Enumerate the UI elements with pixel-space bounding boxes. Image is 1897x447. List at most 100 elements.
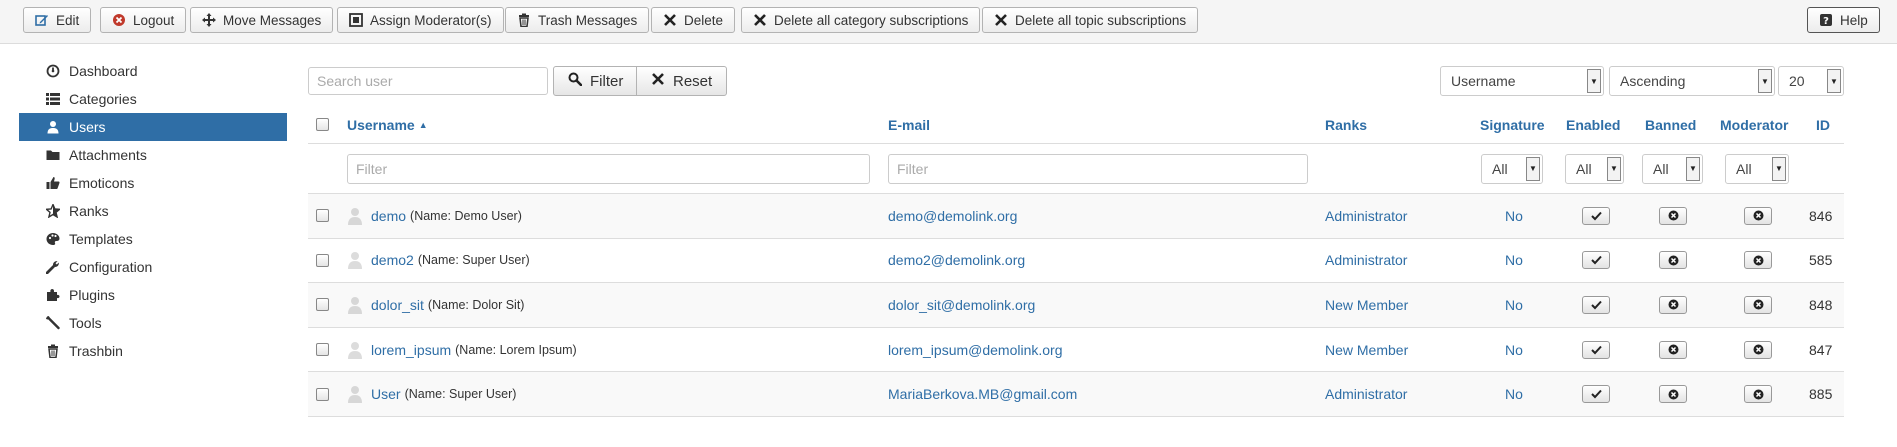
sidebar-item-configuration[interactable]: Configuration <box>19 253 287 281</box>
close-circle-icon <box>1668 255 1678 266</box>
user-id: 847 <box>1809 341 1833 358</box>
banned-toggle[interactable] <box>1659 283 1687 327</box>
email-cell: MariaBerkova.MB@gmail.com <box>888 372 1077 416</box>
sidebar-item-categories[interactable]: Categories <box>19 85 287 113</box>
user-fullname: (Name: Super User) <box>417 253 530 268</box>
email-link[interactable]: demo2@demolink.org <box>888 252 1025 268</box>
trash-messages-label: Trash Messages <box>538 12 638 28</box>
tools-icon <box>46 316 60 330</box>
header-username[interactable]: Username ▲ <box>347 106 428 143</box>
filter-button[interactable]: Filter <box>553 66 639 96</box>
signature-value[interactable]: No <box>1505 386 1523 402</box>
header-enabled[interactable]: Enabled <box>1566 106 1620 143</box>
header-ranks[interactable]: Ranks <box>1325 106 1367 143</box>
sidebar-item-attachments[interactable]: Attachments <box>19 141 287 169</box>
banned-toggle[interactable] <box>1659 194 1687 238</box>
header-banned[interactable]: Banned <box>1645 106 1696 143</box>
email-link[interactable]: MariaBerkova.MB@gmail.com <box>888 386 1077 402</box>
logout-label: Logout <box>133 12 175 28</box>
header-username-label: Username <box>347 116 415 133</box>
sidebar-item-tools[interactable]: Tools <box>19 309 287 337</box>
enabled-filter-select[interactable]: All ▼ <box>1565 153 1624 184</box>
banned-toggle[interactable] <box>1659 372 1687 416</box>
move-messages-button[interactable]: Move Messages <box>190 7 334 33</box>
sidebar-item-emoticons[interactable]: Emoticons <box>19 169 287 197</box>
help-button[interactable]: ? Help <box>1807 7 1880 33</box>
username-filter-input[interactable] <box>347 153 870 184</box>
sort-field-select[interactable]: Username ▼ <box>1440 66 1604 96</box>
page-size-select[interactable]: 20 ▼ <box>1778 66 1844 96</box>
puzzle-icon <box>46 288 60 302</box>
table-row: demo (Name: Demo User) demo@demolink.org… <box>308 194 1844 239</box>
signature-value[interactable]: No <box>1505 342 1523 358</box>
header-signature[interactable]: Signature <box>1480 106 1545 143</box>
signature-value[interactable]: No <box>1505 252 1523 268</box>
logout-button[interactable]: Logout <box>100 7 187 33</box>
signature-cell: No <box>1505 328 1523 372</box>
moderator-toggle[interactable] <box>1744 194 1772 238</box>
sidebar-item-dashboard[interactable]: Dashboard <box>19 57 287 85</box>
toolbar: Edit Logout Move Messages Assign Moderat… <box>0 0 1897 44</box>
signature-value[interactable]: No <box>1505 208 1523 224</box>
row-checkbox[interactable] <box>316 239 329 283</box>
close-circle-icon <box>1668 344 1678 355</box>
close-icon <box>663 13 677 27</box>
moderator-toggle[interactable] <box>1744 239 1772 283</box>
username-link[interactable]: dolor_sit <box>371 297 424 313</box>
trash-messages-button[interactable]: Trash Messages <box>505 7 650 33</box>
moderator-toggle[interactable] <box>1744 372 1772 416</box>
username-link[interactable]: lorem_ipsum <box>371 342 451 358</box>
chevron-down-icon: ▼ <box>1607 156 1621 181</box>
close-icon <box>651 72 665 90</box>
row-checkbox[interactable] <box>316 372 329 416</box>
reset-button[interactable]: Reset <box>636 66 728 96</box>
header-moderator[interactable]: Moderator <box>1720 106 1788 143</box>
sidebar-item-trashbin[interactable]: Trashbin <box>19 337 287 365</box>
select-all-checkbox[interactable] <box>316 106 329 143</box>
delete-category-subscriptions-button[interactable]: Delete all category subscriptions <box>741 7 981 33</box>
header-email[interactable]: E-mail <box>888 106 930 143</box>
table-row: dolor_sit (Name: Dolor Sit) dolor_sit@de… <box>308 283 1844 328</box>
banned-toggle[interactable] <box>1659 328 1687 372</box>
username-link[interactable]: User <box>371 386 401 402</box>
sort-direction-select[interactable]: Ascending ▼ <box>1609 66 1775 96</box>
delete-topic-subscriptions-button[interactable]: Delete all topic subscriptions <box>982 7 1199 33</box>
email-filter-input[interactable] <box>888 153 1308 184</box>
search-input[interactable] <box>308 67 548 95</box>
moderator-toggle[interactable] <box>1744 328 1772 372</box>
email-link[interactable]: dolor_sit@demolink.org <box>888 297 1035 313</box>
folder-icon <box>46 148 60 162</box>
enabled-toggle[interactable] <box>1582 372 1610 416</box>
search-icon <box>568 72 583 90</box>
enabled-toggle[interactable] <box>1582 283 1610 327</box>
enabled-toggle[interactable] <box>1582 328 1610 372</box>
email-link[interactable]: lorem_ipsum@demolink.org <box>888 342 1063 358</box>
edit-button[interactable]: Edit <box>23 7 92 33</box>
banned-toggle[interactable] <box>1659 239 1687 283</box>
username-cell: demo2 (Name: Super User) <box>347 239 530 283</box>
sidebar-item-plugins[interactable]: Plugins <box>19 281 287 309</box>
banned-filter-select[interactable]: All ▼ <box>1642 153 1703 184</box>
row-checkbox[interactable] <box>316 194 329 238</box>
signature-value[interactable]: No <box>1505 297 1523 313</box>
header-id[interactable]: ID <box>1816 106 1830 143</box>
enabled-toggle[interactable] <box>1582 194 1610 238</box>
username-link[interactable]: demo <box>371 208 406 224</box>
username-link[interactable]: demo2 <box>371 252 414 268</box>
delete-button[interactable]: Delete <box>651 7 736 33</box>
moderator-filter-value: All <box>1736 160 1752 177</box>
sidebar-item-ranks[interactable]: Ranks <box>19 197 287 225</box>
row-checkbox[interactable] <box>316 283 329 327</box>
sidebar-item-users[interactable]: Users <box>19 113 287 141</box>
assign-moderator-button[interactable]: Assign Moderator(s) <box>337 7 504 33</box>
moderator-toggle[interactable] <box>1744 283 1772 327</box>
sidebar-item-templates[interactable]: Templates <box>19 225 287 253</box>
username-cell: User (Name: Super User) <box>347 372 516 416</box>
row-checkbox[interactable] <box>316 328 329 372</box>
trash-icon <box>46 344 60 358</box>
chevron-down-icon: ▼ <box>1758 69 1772 93</box>
signature-filter-select[interactable]: All ▼ <box>1481 153 1543 184</box>
enabled-toggle[interactable] <box>1582 239 1610 283</box>
moderator-filter-select[interactable]: All ▼ <box>1725 153 1789 184</box>
email-link[interactable]: demo@demolink.org <box>888 208 1017 224</box>
